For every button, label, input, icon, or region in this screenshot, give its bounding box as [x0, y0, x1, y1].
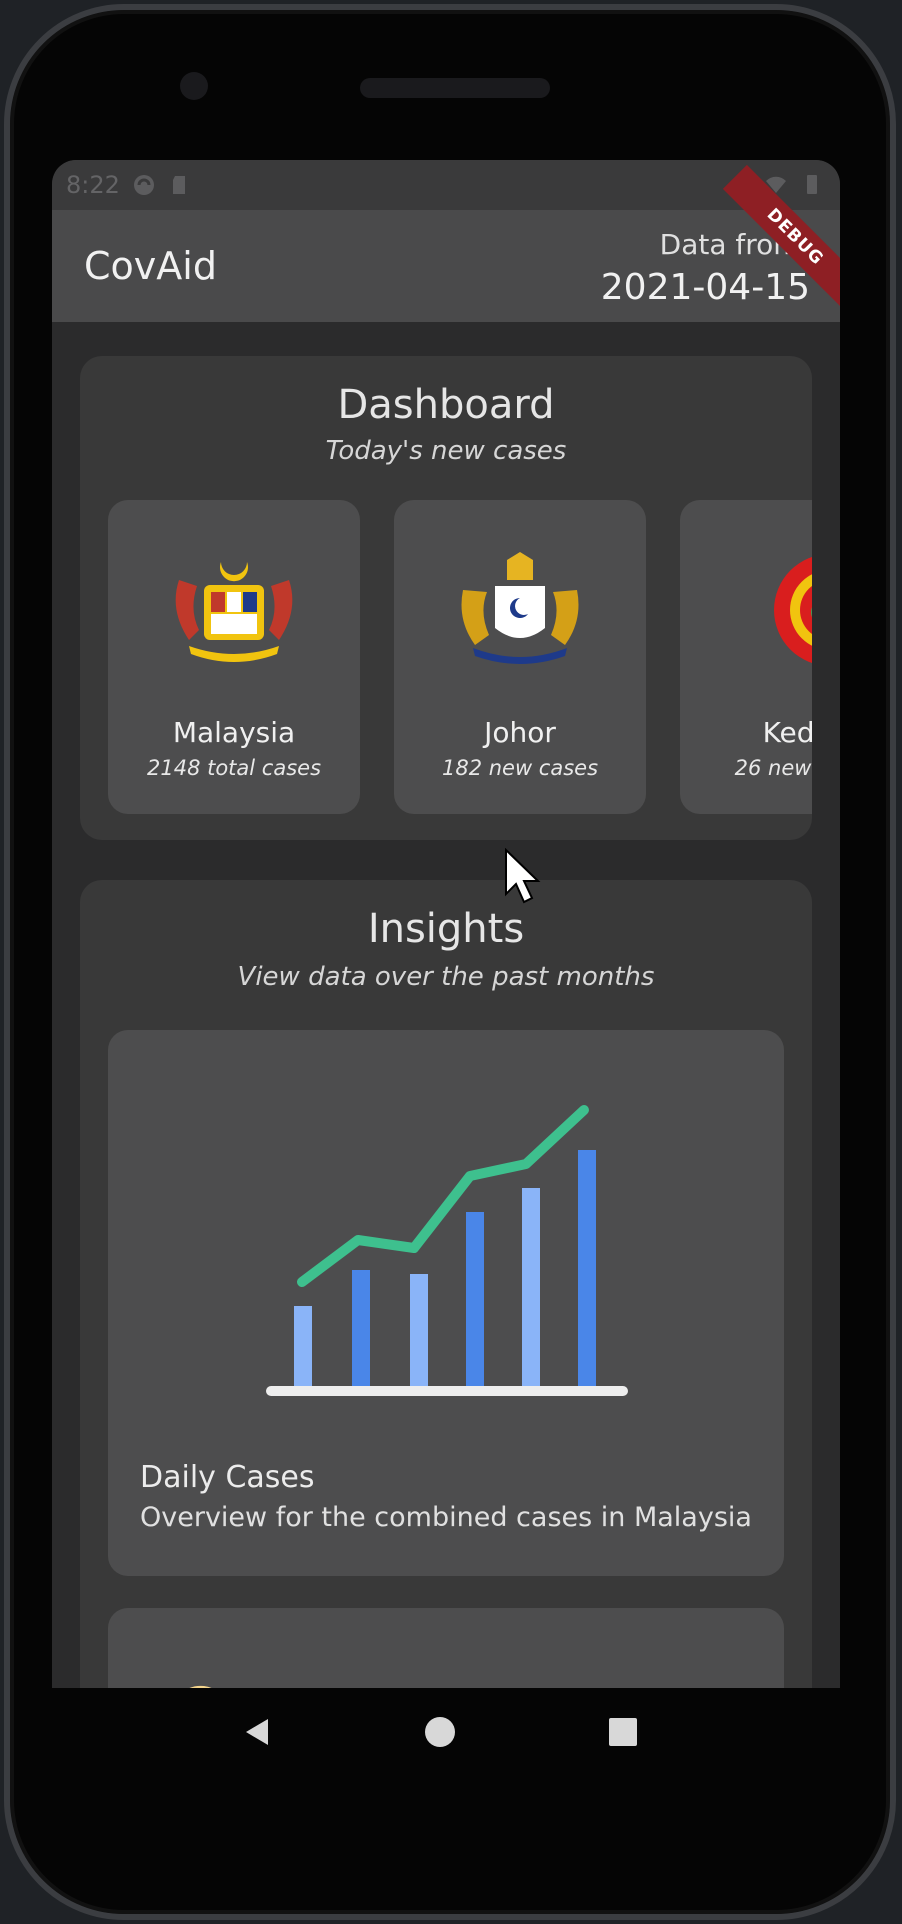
- insights-subtitle: View data over the past months: [237, 962, 655, 992]
- tile-count: 182 new cases: [441, 756, 599, 780]
- tile-count: 2148 total cases: [146, 756, 322, 780]
- back-icon[interactable]: [240, 1715, 274, 1749]
- daily-cases-tile[interactable]: Daily Cases Overview for the combined ca…: [108, 1030, 784, 1576]
- tile-name: Kedah: [762, 716, 812, 749]
- dashboard-title: Dashboard: [337, 382, 555, 428]
- dashboard-subtitle: Today's new cases: [325, 436, 567, 466]
- sd-card-icon: [172, 176, 185, 194]
- front-camera: [180, 72, 208, 100]
- sync-icon: [133, 175, 154, 195]
- state-tile-kedah[interactable]: Kedah 26 new cases: [680, 500, 812, 814]
- kedah-coat-of-arms-icon: [774, 556, 812, 664]
- recents-icon[interactable]: [606, 1715, 640, 1749]
- insight-description: Overview for the combined cases in Malay…: [140, 1502, 752, 1533]
- status-time: 8:22: [66, 171, 120, 199]
- app-title: CovAid: [84, 244, 217, 288]
- dashboard-card: Dashboard Today's new cases Malaysia 214…: [80, 356, 812, 840]
- johor-coat-of-arms-icon: [461, 552, 579, 664]
- android-nav-bar: [46, 1682, 834, 1782]
- phone-frame: 8:22 CovAid Data from: 2021-04-15 DEBUG …: [4, 4, 896, 1920]
- bar-line-chart-illustration-icon: [266, 1105, 628, 1396]
- insights-title: Insights: [367, 906, 525, 952]
- map-insight-tile[interactable]: [108, 1608, 784, 1688]
- insight-title: Daily Cases: [140, 1460, 315, 1495]
- home-icon[interactable]: [423, 1715, 457, 1749]
- tile-name: Johor: [484, 716, 556, 749]
- app-bar: CovAid Data from: 2021-04-15 DEBUG: [52, 164, 840, 322]
- earpiece-speaker: [360, 78, 550, 98]
- mouse-cursor-icon: [505, 848, 541, 904]
- tile-count: 26 new cases: [734, 756, 812, 780]
- insights-card: Insights View data over the past months …: [80, 880, 812, 1688]
- data-date: 2021-04-15: [600, 267, 810, 308]
- status-bar: 8:22: [52, 160, 840, 210]
- app-screen: 8:22 CovAid Data from: 2021-04-15 DEBUG …: [52, 160, 840, 1688]
- battery-icon: [807, 175, 817, 194]
- malaysia-coat-of-arms-icon: [175, 562, 293, 662]
- state-tile-johor[interactable]: Johor 182 new cases: [394, 500, 646, 814]
- tile-name: Malaysia: [172, 716, 296, 749]
- state-tile-malaysia[interactable]: Malaysia 2148 total cases: [108, 500, 360, 814]
